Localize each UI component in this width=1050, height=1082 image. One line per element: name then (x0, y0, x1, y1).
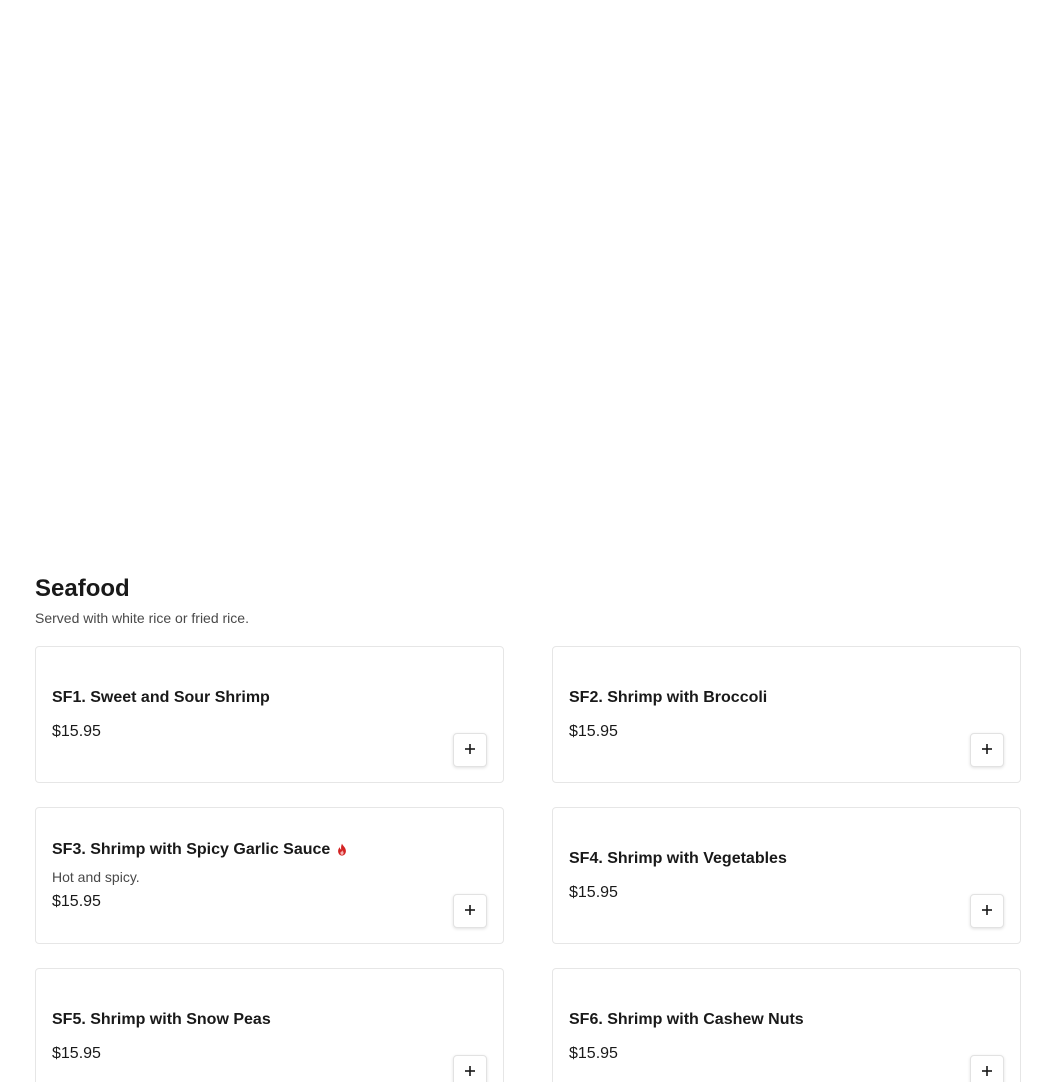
menu-item-card[interactable]: SF5. Shrimp with Snow Peas $15.95 (35, 968, 504, 1082)
menu-item-card[interactable]: SF6. Shrimp with Cashew Nuts $15.95 (552, 968, 1021, 1082)
section-description: Served with white rice or fried rice. (35, 610, 249, 626)
plus-icon (464, 1065, 476, 1080)
menu-item-content: SF1. Sweet and Sour Shrimp $15.95 (52, 647, 443, 782)
menu-items-grid: SF1. Sweet and Sour Shrimp $15.95 SF2. Shr… (35, 646, 1021, 1082)
menu-item-content: SF5. Shrimp with Snow Peas $15.95 (52, 969, 443, 1082)
menu-item-name: SF4. Shrimp with Vegetables (569, 848, 960, 870)
add-to-cart-button[interactable] (970, 733, 1004, 767)
menu-item-name: SF5. Shrimp with Snow Peas (52, 1009, 443, 1031)
menu-item-card[interactable]: SF2. Shrimp with Broccoli $15.95 (552, 646, 1021, 783)
seafood-section: Seafood Served with white rice or fried … (35, 573, 1021, 1082)
menu-item-price: $15.95 (52, 892, 101, 910)
menu-item-card[interactable]: SF3. Shrimp with Spicy Garlic Sauce Hot a… (35, 807, 504, 944)
menu-item-name-text: SF3. Shrimp with Spicy Garlic Sauce (52, 840, 331, 858)
menu-item-price: $15.95 (569, 1044, 618, 1062)
menu-item-price: $15.95 (52, 1044, 101, 1062)
plus-icon (464, 743, 476, 758)
menu-item-content: SF3. Shrimp with Spicy Garlic Sauce Hot a… (52, 808, 443, 943)
menu-item-content: SF4. Shrimp with Vegetables $15.95 (569, 808, 960, 943)
add-to-cart-button[interactable] (453, 733, 487, 767)
menu-item-name-text: SF1. Sweet and Sour Shrimp (52, 688, 270, 706)
add-to-cart-button[interactable] (970, 1055, 1004, 1082)
menu-item-name: SF3. Shrimp with Spicy Garlic Sauce (52, 839, 443, 861)
menu-item-content: SF6. Shrimp with Cashew Nuts $15.95 (569, 969, 960, 1082)
menu-page: Seafood Served with white rice or fried … (0, 0, 1050, 1082)
plus-icon (981, 743, 993, 758)
plus-icon (981, 904, 993, 919)
add-to-cart-button[interactable] (453, 894, 487, 928)
menu-item-card[interactable]: SF1. Sweet and Sour Shrimp $15.95 (35, 646, 504, 783)
menu-item-name-text: SF2. Shrimp with Broccoli (569, 688, 768, 706)
menu-item-name: SF2. Shrimp with Broccoli (569, 687, 960, 709)
menu-item-content: SF2. Shrimp with Broccoli $15.95 (569, 647, 960, 782)
plus-icon (981, 1065, 993, 1080)
menu-item-price: $15.95 (52, 722, 101, 740)
add-to-cart-button[interactable] (970, 894, 1004, 928)
add-to-cart-button[interactable] (453, 1055, 487, 1082)
menu-item-name-text: SF5. Shrimp with Snow Peas (52, 1010, 271, 1028)
menu-item-price: $15.95 (569, 722, 618, 740)
spicy-icon (336, 843, 348, 856)
menu-item-name: SF6. Shrimp with Cashew Nuts (569, 1009, 960, 1031)
menu-item-description: Hot and spicy. (52, 868, 140, 885)
menu-item-name-text: SF6. Shrimp with Cashew Nuts (569, 1010, 804, 1028)
section-title: Seafood (35, 575, 130, 602)
menu-item-name: SF1. Sweet and Sour Shrimp (52, 687, 443, 709)
menu-item-card[interactable]: SF4. Shrimp with Vegetables $15.95 (552, 807, 1021, 944)
menu-item-name-text: SF4. Shrimp with Vegetables (569, 849, 787, 867)
plus-icon (464, 904, 476, 919)
menu-item-price: $15.95 (569, 883, 618, 901)
